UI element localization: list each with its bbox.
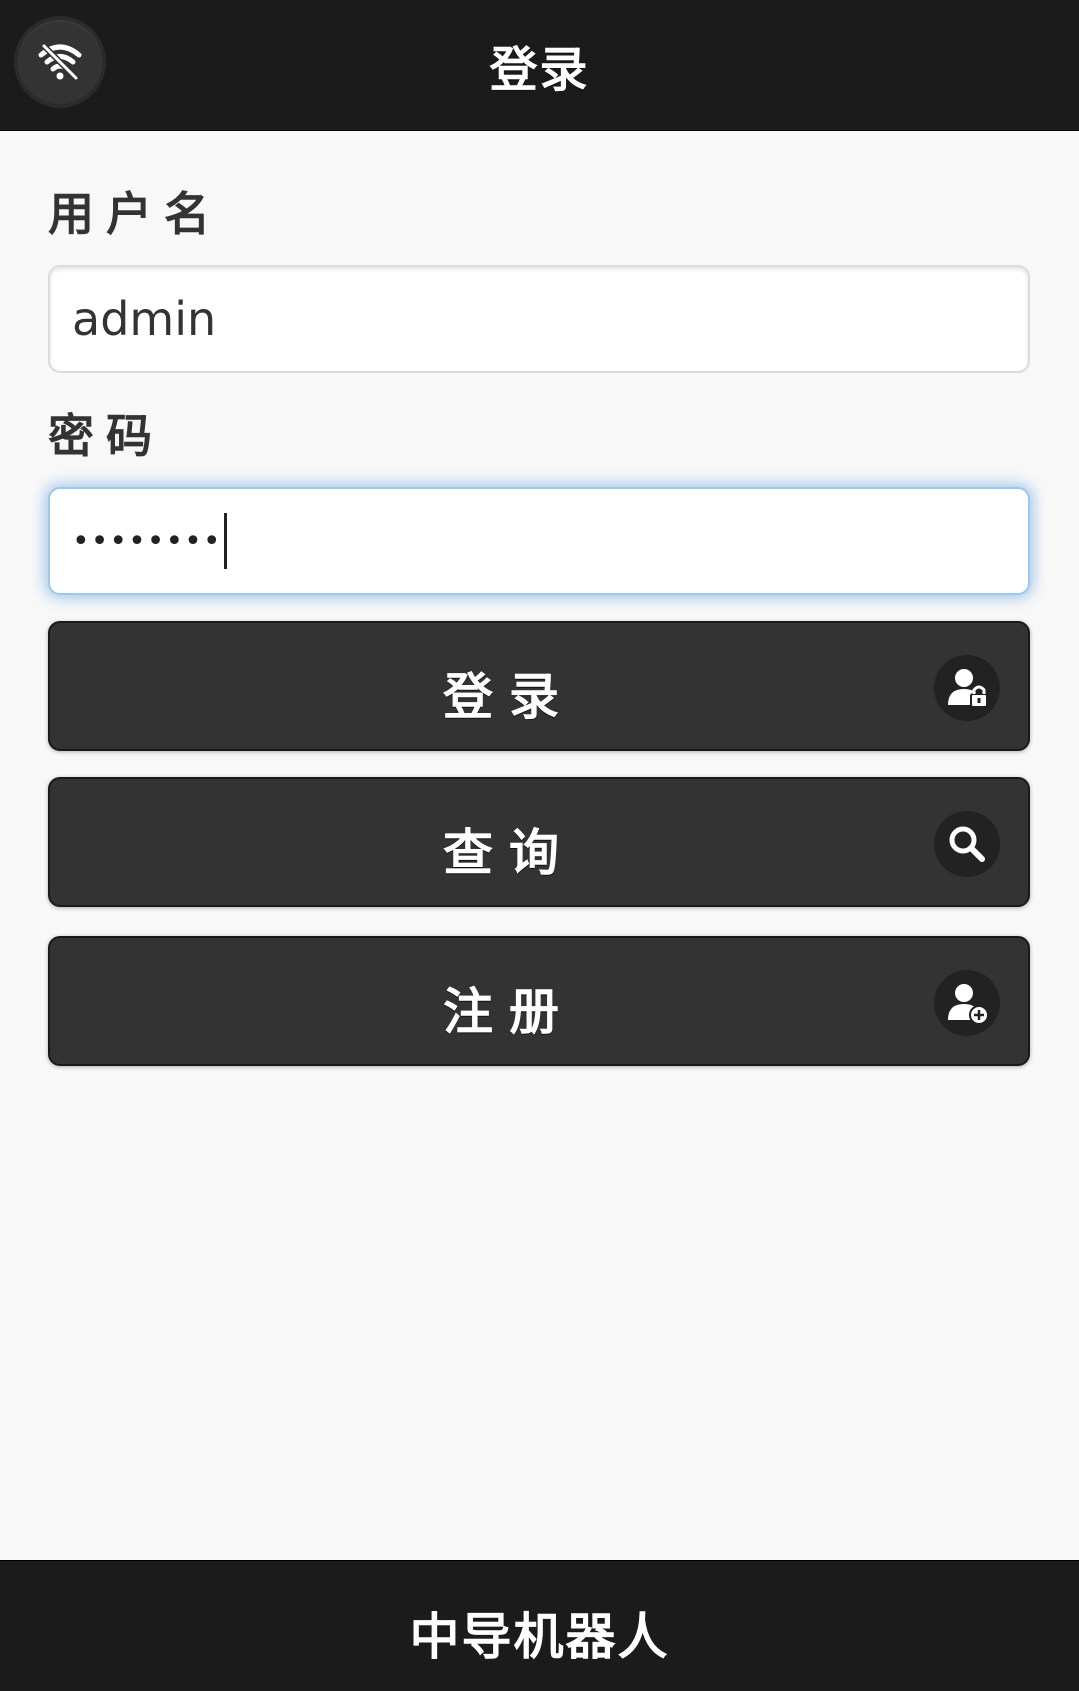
query-button-label: 查询 [443, 824, 575, 882]
footer-title: 中导机器人 [409, 1608, 670, 1666]
query-button[interactable]: 查询 [48, 777, 1030, 907]
login-button-label: 登录 [443, 668, 575, 726]
username-value: admin [72, 292, 217, 346]
user-add-icon [934, 970, 1000, 1036]
footer-bar: 中导机器人 [0, 1560, 1079, 1691]
password-label: 密码 [48, 409, 164, 463]
text-caret [223, 513, 227, 569]
password-input[interactable]: •••••••• [48, 487, 1030, 595]
search-icon [934, 811, 1000, 877]
page-title: 登录 [489, 42, 590, 98]
login-page: 登录 用户名 admin 密码 •••••••• 登录 查询 注册 中导机器人 [0, 0, 1079, 1691]
register-button-label: 注册 [443, 983, 575, 1041]
user-lock-icon [934, 655, 1000, 721]
username-label: 用户名 [48, 187, 222, 241]
password-value: •••••••• [72, 523, 222, 559]
register-button[interactable]: 注册 [48, 936, 1030, 1066]
username-input[interactable]: admin [48, 265, 1030, 373]
login-button[interactable]: 登录 [48, 621, 1030, 751]
header-bar: 登录 [0, 0, 1079, 131]
